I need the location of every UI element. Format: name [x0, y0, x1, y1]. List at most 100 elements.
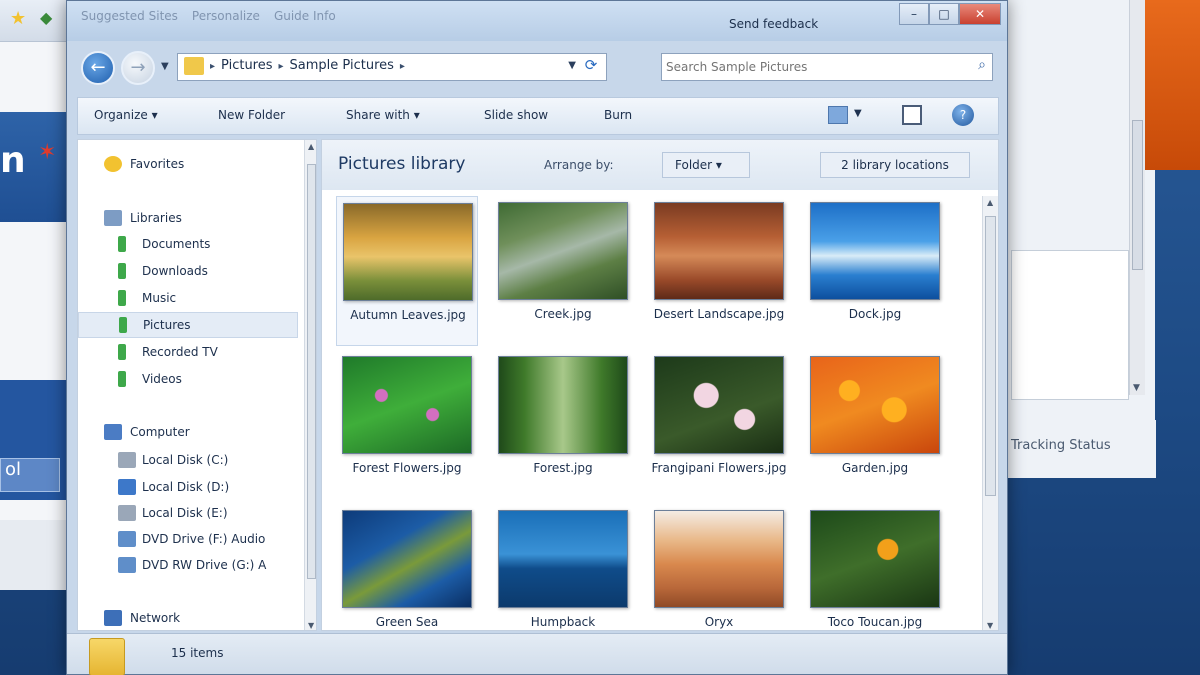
search-icon[interactable]: ⌕	[978, 57, 986, 73]
item-count: 15 items	[171, 646, 224, 660]
breadcrumb-pictures[interactable]: Pictures	[221, 58, 272, 76]
scroll-down-icon[interactable]: ▼	[1133, 383, 1140, 393]
thumbnail-label: Forest Flowers.jpg	[352, 461, 462, 475]
site-nav-button[interactable]: ol	[0, 458, 60, 492]
nav-drive-c[interactable]: Local Disk (C:)	[78, 448, 298, 474]
thumbnail-label: Frangipani Flowers.jpg	[651, 461, 787, 475]
slide-show-button[interactable]: Slide show	[484, 108, 548, 122]
nav-favorites[interactable]: Favorites	[78, 152, 298, 178]
nav-dvd-g[interactable]: DVD RW Drive (G:) A	[78, 553, 298, 579]
thumbnail-tile[interactable]: Garden.jpg	[804, 350, 946, 500]
thumbnail-label: Desert Landscape.jpg	[653, 307, 785, 321]
scroll-down-icon[interactable]: ▼	[308, 621, 314, 630]
thumbnail-grid: Autumn Leaves.jpg Creek.jpg Desert Lands…	[336, 196, 966, 630]
back-arrow-icon: ←	[90, 57, 106, 78]
organize-button[interactable]: Organize ▾	[94, 108, 158, 122]
background-document-window: ▼ Tracking Status	[1000, 0, 1200, 478]
breadcrumb-separator-icon[interactable]: ▸	[279, 58, 284, 76]
change-view-icon[interactable]	[828, 106, 848, 124]
nav-drive-e[interactable]: Local Disk (E:)	[78, 501, 298, 527]
star-icon	[104, 156, 122, 172]
document-scrollbar[interactable]: ▼	[1129, 0, 1145, 395]
nav-pictures[interactable]: Pictures	[78, 312, 298, 338]
nav-libraries[interactable]: Libraries	[78, 206, 298, 232]
thumbnail-tile[interactable]: Forest.jpg	[492, 350, 634, 500]
view-options-dropdown-icon[interactable]: ▼	[854, 108, 862, 119]
maximize-button[interactable]: □	[929, 3, 959, 25]
suggested-sites-icon[interactable]: ◆	[40, 8, 52, 27]
library-header: Pictures library Arrange by: Folder ▾ 2 …	[322, 140, 998, 190]
scroll-up-icon[interactable]: ▲	[987, 198, 993, 207]
close-button[interactable]: ✕	[959, 3, 1001, 25]
scroll-thumb[interactable]	[307, 164, 316, 579]
thumbnail-tile[interactable]: Desert Landscape.jpg	[648, 196, 790, 346]
minimize-button[interactable]: –	[899, 3, 929, 25]
window-controls: – □ ✕	[899, 3, 1001, 25]
thumbnail-label: Garden.jpg	[841, 461, 909, 475]
favorites-star-icon[interactable]: ★	[10, 8, 26, 29]
search-input[interactable]	[666, 57, 956, 77]
windows-flag-icon: ✶	[38, 140, 57, 165]
thumbnail-tile[interactable]: Humpback	[492, 504, 634, 630]
forward-button[interactable]: →	[121, 51, 155, 85]
nav-computer[interactable]: Computer	[78, 420, 298, 446]
scroll-thumb[interactable]	[1132, 120, 1143, 270]
thumbnail-tile[interactable]: Frangipani Flowers.jpg	[648, 350, 790, 500]
nav-scrollbar[interactable]: ▲ ▼	[304, 140, 316, 630]
forward-arrow-icon: →	[130, 57, 146, 78]
nav-network[interactable]: Network	[78, 606, 298, 630]
chevron-down-icon: ▾	[715, 158, 722, 172]
help-icon[interactable]: ?	[952, 104, 974, 126]
address-bar[interactable]: ▸ Pictures ▸ Sample Pictures ▸ ▼ ⟳	[177, 53, 607, 81]
document-footer: Tracking Status	[1001, 420, 1156, 478]
ghost-tab: Suggested Sites	[81, 9, 178, 23]
burn-button[interactable]: Burn	[604, 108, 632, 122]
content-scrollbar[interactable]: ▲ ▼	[982, 196, 998, 630]
title-bar: Suggested Sites Personalize Guide Info S…	[67, 1, 1007, 41]
drive-icon	[118, 479, 136, 495]
address-dropdown-icon[interactable]: ▼	[568, 60, 576, 71]
breadcrumb-separator-icon[interactable]: ▸	[210, 58, 215, 76]
thumbnail-image	[654, 356, 784, 454]
scroll-thumb[interactable]	[985, 216, 996, 496]
thumbnail-tile[interactable]: Autumn Leaves.jpg	[336, 196, 478, 346]
computer-icon	[104, 424, 122, 440]
thumbnail-tile[interactable]: Dock.jpg	[804, 196, 946, 346]
scroll-down-icon[interactable]: ▼	[987, 621, 993, 630]
thumbnail-tile[interactable]: Toco Toucan.jpg	[804, 504, 946, 630]
nav-drive-d[interactable]: Local Disk (D:)	[78, 475, 298, 501]
thumbnail-image	[810, 202, 940, 300]
footer-status-text: Tracking Status	[1011, 438, 1111, 453]
thumbnail-label: Forest.jpg	[533, 461, 593, 475]
preview-pane-icon[interactable]	[902, 105, 922, 125]
thumbnail-image	[654, 202, 784, 300]
thumbnail-tile[interactable]: Green Sea	[336, 504, 478, 630]
nav-music[interactable]: Music	[78, 286, 298, 312]
nav-documents[interactable]: Documents	[78, 232, 298, 258]
library-title: Pictures library	[338, 154, 466, 174]
refresh-icon[interactable]: ⟳	[580, 56, 602, 78]
nav-downloads[interactable]: Downloads	[78, 259, 298, 285]
ghost-tab: Personalize	[191, 9, 260, 23]
thumbnail-tile[interactable]: Creek.jpg	[492, 196, 634, 346]
library-locations-button[interactable]: 2 library locations	[820, 152, 970, 178]
share-with-button[interactable]: Share with ▾	[346, 108, 420, 122]
nav-recorded-tv[interactable]: Recorded TV	[78, 340, 298, 366]
nav-videos[interactable]: Videos	[78, 367, 298, 393]
thumbnail-tile[interactable]: Oryx	[648, 504, 790, 630]
breadcrumb-sample-pictures[interactable]: Sample Pictures	[290, 58, 394, 76]
search-box[interactable]: ⌕	[661, 53, 993, 81]
thumbnail-image	[498, 510, 628, 608]
send-feedback-link[interactable]: Send feedback	[729, 17, 818, 31]
scroll-up-icon[interactable]: ▲	[308, 142, 314, 151]
thumbnail-label: Toco Toucan.jpg	[827, 615, 923, 629]
back-button[interactable]: ←	[81, 51, 115, 85]
dvd-drive-icon	[118, 531, 136, 547]
recent-pages-dropdown-icon[interactable]: ▼	[161, 61, 169, 72]
new-folder-button[interactable]: New Folder	[218, 108, 285, 122]
breadcrumb-separator-icon[interactable]: ▸	[400, 58, 405, 76]
details-pane: 15 items	[67, 633, 1007, 675]
arrange-by-dropdown[interactable]: Folder ▾	[662, 152, 750, 178]
nav-dvd-f[interactable]: DVD Drive (F:) Audio	[78, 527, 298, 553]
thumbnail-tile[interactable]: Forest Flowers.jpg	[336, 350, 478, 500]
